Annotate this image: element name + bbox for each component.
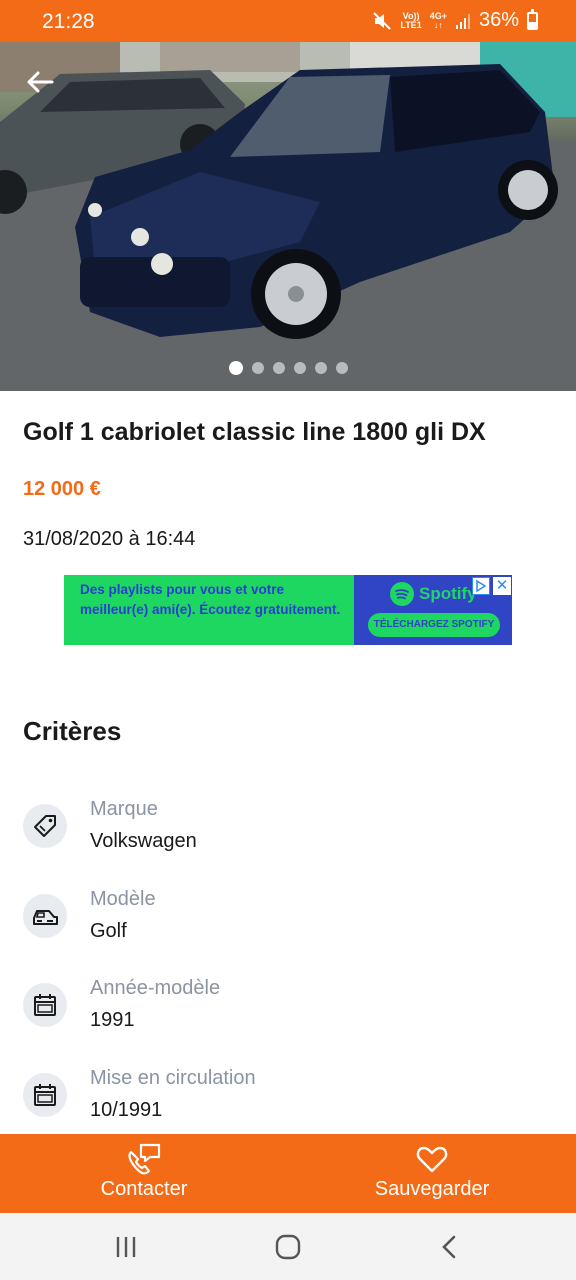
calendar-icon — [23, 983, 67, 1027]
gallery-dot[interactable] — [293, 362, 306, 374]
volte-indicator: Vo)) LTE1 — [400, 11, 422, 30]
save-label: Sauvegarder — [374, 1178, 490, 1200]
ad-brand-panel: Spotify TÉLÉCHARGEZ SPOTIFY ✕ — [354, 575, 512, 645]
criteria-heading: Critères — [23, 716, 122, 746]
criteria-label: Année-modèle — [90, 977, 221, 999]
gallery-dot[interactable] — [335, 362, 348, 374]
data-indicator: 4G+ ↓↑ — [430, 11, 447, 30]
listing-price: 12 000 € — [23, 478, 101, 500]
criteria-value: 1991 — [90, 1009, 135, 1031]
listing-date: 31/08/2020 à 16:44 — [23, 528, 196, 550]
arrow-left-icon[interactable] — [22, 64, 58, 100]
back-icon[interactable] — [434, 1231, 466, 1263]
criteria-value: Golf — [90, 920, 127, 942]
ad-choices-icon[interactable] — [472, 577, 490, 595]
system-nav-bar — [0, 1213, 576, 1280]
criteria-label: Mise en circulation — [90, 1067, 256, 1089]
status-icons: Vo)) LTE1 4G+ ↓↑ 36% — [372, 8, 538, 32]
battery-icon — [527, 8, 538, 30]
criteria-label: Modèle — [90, 888, 156, 910]
listing-photo-gallery[interactable] — [0, 42, 576, 391]
ad-brand: Spotify — [419, 584, 477, 603]
listing-title: Golf 1 cabriolet classic line 1800 gli D… — [23, 418, 486, 446]
criteria-item-registration: Mise en circulation 10/1991 — [23, 1067, 543, 1127]
data-arrows-icon: ↓↑ — [433, 19, 443, 30]
contact-label: Contacter — [100, 1178, 188, 1200]
mute-icon — [373, 11, 392, 30]
contact-button[interactable]: Contacter — [82, 1134, 206, 1213]
calendar-icon — [23, 1073, 67, 1117]
heart-icon — [416, 1146, 448, 1173]
car-icon — [23, 894, 67, 938]
status-time: 21:28 — [42, 10, 95, 33]
gallery-dot[interactable] — [228, 361, 243, 375]
ad-close-icon[interactable]: ✕ — [493, 577, 511, 595]
home-icon[interactable] — [272, 1231, 304, 1263]
car-photo — [0, 42, 576, 391]
tag-icon — [23, 804, 67, 848]
save-button[interactable]: Sauvegarder — [360, 1134, 504, 1213]
spotify-icon — [390, 582, 414, 606]
gallery-pagination — [0, 361, 576, 375]
ad-cta-button[interactable]: TÉLÉCHARGEZ SPOTIFY — [368, 613, 500, 637]
ad-banner[interactable]: Des playlists pour vous et votre meilleu… — [64, 575, 512, 645]
battery-percent: 36% — [478, 9, 519, 31]
phone-chat-icon — [128, 1143, 161, 1175]
volte-bottom: LTE1 — [400, 19, 422, 30]
ad-text: Des playlists pour vous et votre meilleu… — [80, 582, 341, 617]
criteria-value: Volkswagen — [90, 830, 197, 852]
recent-apps-icon[interactable] — [110, 1231, 142, 1263]
criteria-item-model: Modèle Golf — [23, 888, 543, 948]
criteria-item-model-year: Année-modèle 1991 — [23, 977, 543, 1037]
gallery-dot[interactable] — [272, 362, 285, 374]
gallery-dot[interactable] — [314, 362, 327, 374]
criteria-item-brand: Marque Volkswagen — [23, 798, 543, 858]
spotify-logo: Spotify — [390, 582, 477, 606]
action-bar: Contacter Sauvegarder — [0, 1134, 576, 1213]
criteria-label: Marque — [90, 798, 158, 820]
criteria-value: 10/1991 — [90, 1099, 163, 1121]
signal-icon — [455, 13, 470, 29]
gallery-dot[interactable] — [251, 362, 264, 374]
status-bar: 21:28 Vo)) LTE1 4G+ ↓↑ 36% — [0, 0, 576, 42]
